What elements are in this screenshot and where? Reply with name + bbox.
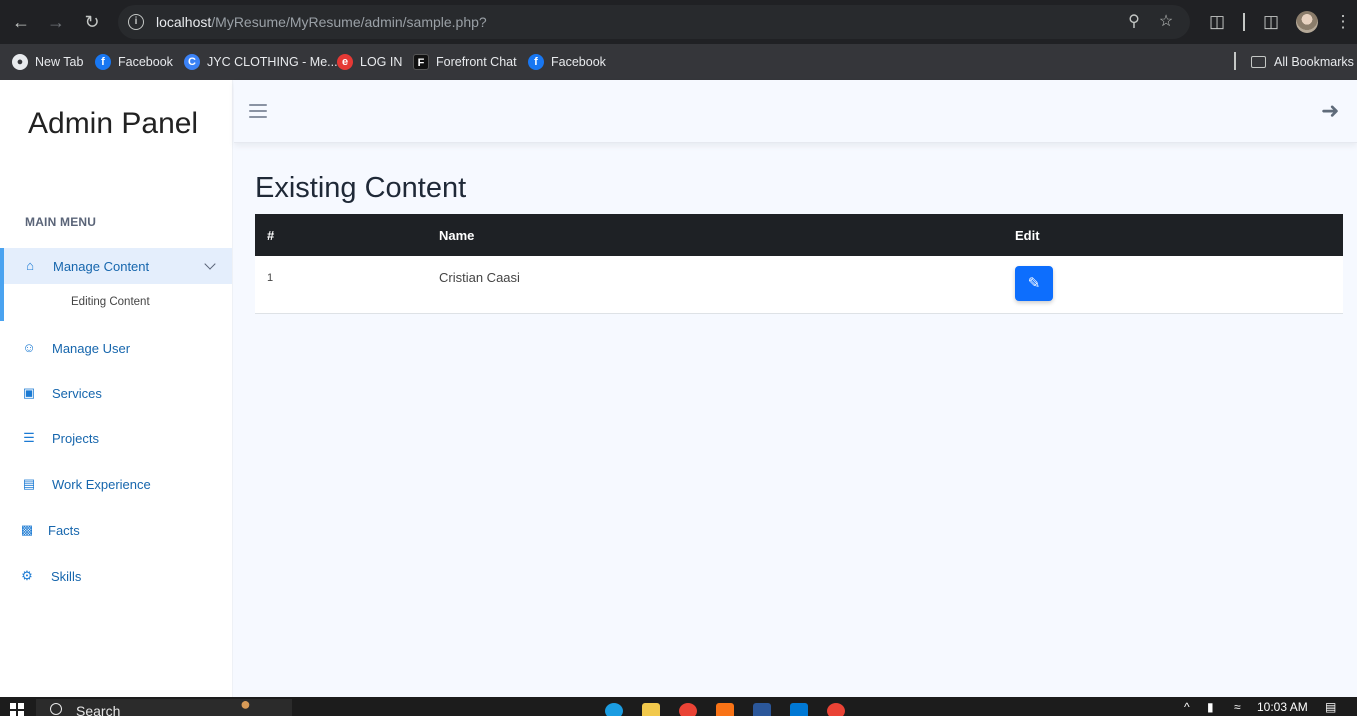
sidebar-item-manage-content[interactable]: ⌂ Manage Content: [0, 248, 232, 284]
logout-arrow-icon[interactable]: ➜: [1321, 100, 1345, 122]
back-icon[interactable]: ←: [7, 8, 35, 36]
folder-icon: [1251, 56, 1266, 68]
row-edit-cell: ✎: [1003, 256, 1343, 314]
login-icon: e: [337, 54, 353, 70]
home-icon: ⌂: [26, 258, 34, 273]
file-explorer-icon[interactable]: [642, 703, 660, 716]
bookmark-facebook[interactable]: f Facebook: [95, 51, 173, 73]
word-icon[interactable]: [753, 703, 771, 716]
bookmarks-bar: ● New Tab f Facebook C JYC CLOTHING - Me...…: [0, 44, 1357, 80]
search-highlight-dog-icon: ●: [240, 697, 251, 714]
forefront-icon: F: [413, 54, 429, 70]
column-header-edit: Edit: [1003, 214, 1343, 256]
bookmark-forefront-chat[interactable]: F Forefront Chat: [413, 51, 517, 73]
sidebar-item-label: Facts: [48, 522, 80, 538]
reload-icon[interactable]: ↻: [78, 8, 106, 36]
xampp-icon[interactable]: [716, 703, 734, 716]
sidebar-item-work-experience[interactable]: ▤ Work Experience: [0, 466, 232, 502]
sidebar: Admin Panel MAIN MENU ⌂ Manage Content E…: [0, 80, 233, 697]
sidebar-item-projects[interactable]: ☰ Projects: [0, 420, 232, 456]
site-info-icon[interactable]: i: [128, 14, 144, 30]
edge-icon[interactable]: [605, 703, 623, 716]
extensions-icon[interactable]: ◫: [1203, 8, 1231, 36]
battery-icon[interactable]: ▮: [1207, 700, 1214, 714]
admin-page: Admin Panel MAIN MENU ⌂ Manage Content E…: [0, 80, 1357, 697]
bookmark-new-tab[interactable]: ● New Tab: [12, 51, 83, 73]
wifi-icon[interactable]: ≈: [1234, 700, 1241, 714]
search-icon: [50, 703, 62, 715]
content-table: # Name Edit 1 Cristian Caasi ✎: [255, 214, 1343, 314]
top-bar: ➜: [234, 80, 1357, 143]
user-icon: ☺: [22, 340, 36, 355]
side-panel-icon[interactable]: ◫: [1257, 8, 1285, 36]
sidebar-item-label: Skills: [51, 568, 82, 584]
toolbar-divider: [1243, 13, 1245, 31]
sidebar-item-label: Services: [52, 385, 102, 401]
chrome-active-icon[interactable]: [827, 703, 845, 716]
column-header-number: #: [255, 214, 427, 256]
jyc-icon: C: [184, 54, 200, 70]
facebook-icon: f: [95, 54, 111, 70]
zoom-icon[interactable]: ⚲: [1124, 12, 1144, 32]
sidebar-item-services[interactable]: ▣ Services: [0, 375, 232, 411]
table-row: 1 Cristian Caasi ✎: [255, 256, 1343, 314]
bookmark-log-in[interactable]: e LOG IN: [337, 51, 402, 73]
sidebar-item-manage-user[interactable]: ☺ Manage User: [0, 330, 232, 366]
vscode-icon[interactable]: [790, 703, 808, 716]
address-bar[interactable]: i localhost/MyResume/MyResume/admin/samp…: [118, 5, 1190, 39]
profile-avatar[interactable]: [1296, 11, 1318, 33]
row-id: 1: [255, 256, 427, 314]
browser-toolbar: ← → ↻ i localhost/MyResume/MyResume/admi…: [0, 0, 1357, 44]
sidebar-item-skills[interactable]: ⚙ Skills: [0, 558, 232, 594]
address-url[interactable]: localhost/MyResume/MyResume/admin/sample…: [156, 14, 487, 30]
page-title: Existing Content: [255, 172, 467, 204]
tray-chevron-icon[interactable]: ^: [1184, 700, 1190, 714]
submenu-item-editing-content[interactable]: Editing Content: [71, 296, 150, 308]
gears-icon: ⚙: [21, 568, 33, 583]
notifications-icon[interactable]: ▤: [1325, 700, 1336, 714]
bookmark-star-icon[interactable]: ☆: [1156, 12, 1176, 32]
chevron-down-icon[interactable]: [204, 258, 216, 270]
chrome-icon[interactable]: [679, 703, 697, 716]
globe-icon: ●: [12, 54, 28, 70]
pencil-icon: ✎: [1027, 275, 1041, 292]
all-bookmarks[interactable]: All Bookmarks: [1251, 51, 1354, 73]
taskbar-search-label: Search: [76, 703, 121, 716]
sidebar-item-label: Manage Content: [53, 258, 150, 274]
sidebar-item-label: Manage User: [52, 340, 131, 356]
table-header-row: # Name Edit: [255, 214, 1343, 256]
sidebar-item-facts[interactable]: ▩ Facts: [0, 512, 232, 548]
file-plus-icon: ▣: [22, 385, 36, 400]
row-name: Cristian Caasi: [427, 256, 1003, 314]
bookmark-facebook-2[interactable]: f Facebook: [528, 51, 606, 73]
windows-taskbar: Search ● ^ ▮ ≈ 10:03 AM ▤: [0, 697, 1357, 716]
edit-button[interactable]: ✎: [1015, 266, 1053, 301]
sidebar-item-label: Work Experience: [52, 476, 151, 492]
bookmarks-divider: [1234, 52, 1236, 70]
briefcase-icon: ▤: [22, 476, 36, 491]
bookmark-jyc-clothing[interactable]: C JYC CLOTHING - Me...: [184, 51, 338, 73]
clock-time[interactable]: 10:03 AM: [1257, 700, 1308, 714]
menu-toggle-icon[interactable]: [249, 104, 267, 118]
brand-title[interactable]: Admin Panel: [28, 107, 198, 141]
forward-icon[interactable]: →: [42, 8, 70, 36]
menu-heading: MAIN MENU: [25, 215, 97, 229]
windows-start-icon[interactable]: [10, 703, 24, 716]
more-menu-icon[interactable]: ⋮: [1329, 8, 1357, 36]
bar-chart-icon: ▩: [20, 522, 34, 537]
layers-icon: ☰: [23, 430, 35, 445]
facebook-icon: f: [528, 54, 544, 70]
sidebar-item-label: Projects: [52, 430, 99, 446]
column-header-name: Name: [427, 214, 1003, 256]
